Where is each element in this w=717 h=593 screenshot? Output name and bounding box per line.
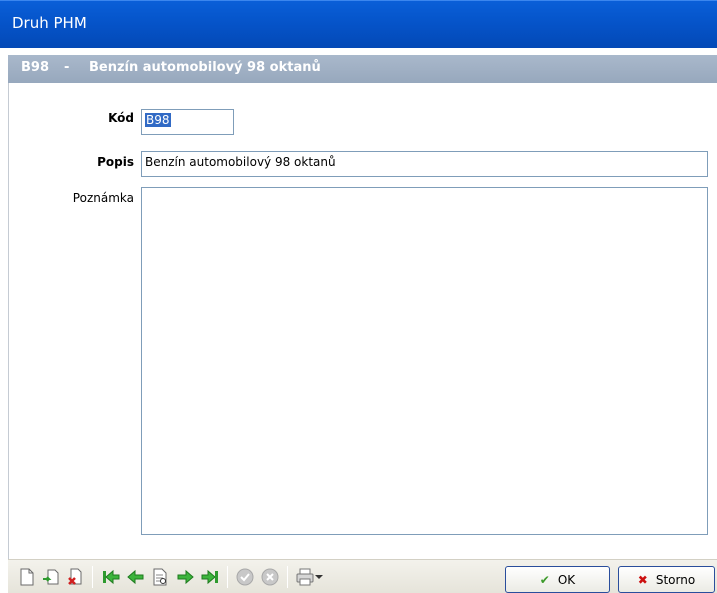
- new-icon[interactable]: [16, 566, 38, 588]
- next-record-icon[interactable]: [174, 566, 196, 588]
- popis-label: Popis: [97, 155, 134, 169]
- first-record-icon[interactable]: [100, 566, 122, 588]
- window-title-bar[interactable]: Druh PHM: [0, 0, 717, 48]
- form-panel: Kód B98 Popis Benzín automobilový 98 okt…: [8, 83, 717, 593]
- ok-button[interactable]: ✔ OK: [505, 566, 610, 593]
- dropdown-arrow-icon[interactable]: [313, 566, 325, 588]
- check-icon: ✔: [539, 572, 550, 587]
- cancel-icon[interactable]: [259, 566, 281, 588]
- bottom-toolbar: ✔ OK ✖ Storno: [8, 559, 717, 593]
- toolbar-divider: [92, 566, 93, 588]
- toolbar-divider: [227, 566, 228, 588]
- record-separator: -: [64, 60, 70, 75]
- record-description: Benzín automobilový 98 oktanů: [89, 60, 321, 75]
- record-code: B98: [21, 60, 49, 75]
- poznamka-textarea[interactable]: [141, 187, 708, 535]
- ok-button-label: OK: [557, 572, 576, 587]
- detail-icon[interactable]: [149, 566, 171, 588]
- kod-value: B98: [145, 113, 171, 127]
- popis-input[interactable]: Benzín automobilový 98 oktanů: [141, 151, 708, 177]
- copy-icon[interactable]: [40, 566, 62, 588]
- confirm-icon[interactable]: [234, 566, 256, 588]
- record-header: B98 - Benzín automobilový 98 oktanů: [8, 55, 717, 83]
- popis-value: Benzín automobilový 98 oktanů: [145, 155, 336, 169]
- window-title: Druh PHM: [12, 14, 87, 32]
- kod-label: Kód: [108, 111, 134, 125]
- last-record-icon[interactable]: [199, 566, 221, 588]
- storno-button[interactable]: ✖ Storno: [618, 566, 715, 593]
- poznamka-label: Poznámka: [72, 191, 134, 205]
- x-icon: ✖: [637, 572, 648, 587]
- storno-button-label: Storno: [655, 572, 696, 587]
- kod-input[interactable]: B98: [141, 109, 234, 135]
- delete-icon[interactable]: [64, 566, 86, 588]
- toolbar-divider: [287, 566, 288, 588]
- previous-record-icon[interactable]: [125, 566, 147, 588]
